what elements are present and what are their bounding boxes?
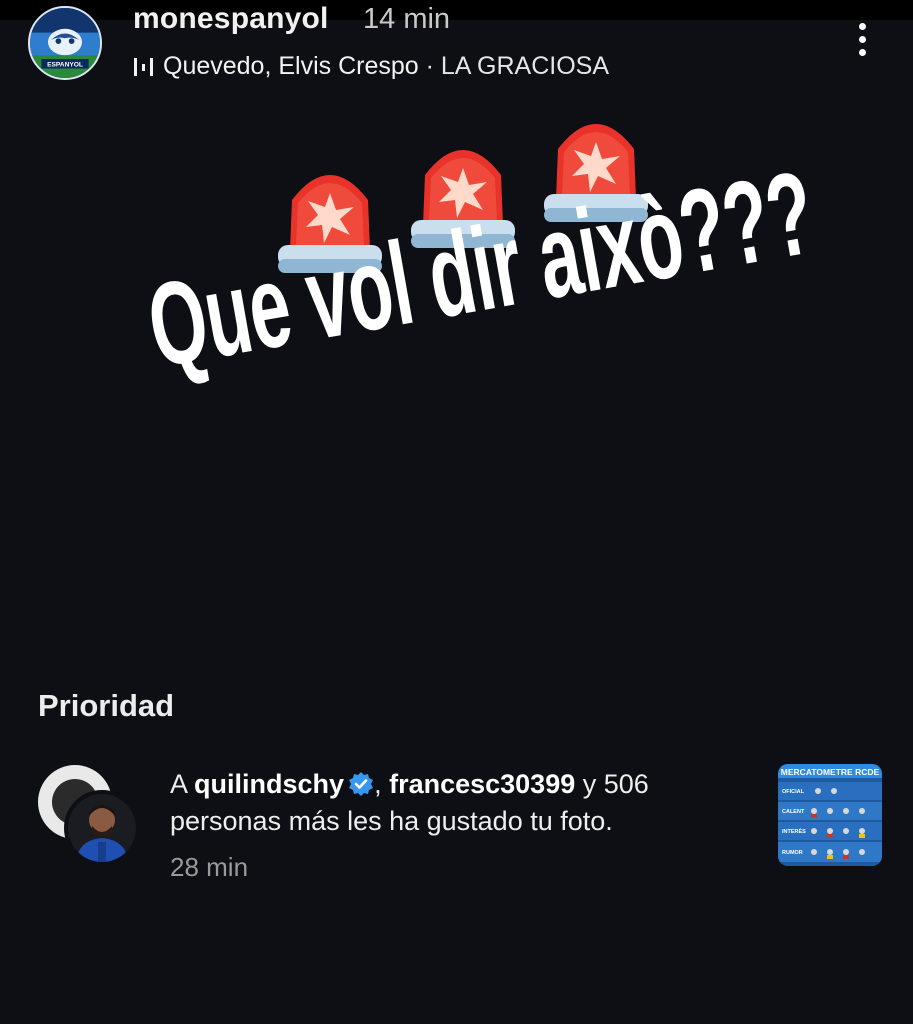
story-time: 14 min xyxy=(363,3,451,35)
music-song: LA GRACIOSA xyxy=(440,51,610,80)
story-header: ESPANYOL monespanyol 14 min Quevedo, Elv… xyxy=(0,0,913,90)
svg-text:ESPANYOL: ESPANYOL xyxy=(47,62,83,69)
username-link[interactable]: quilindschy xyxy=(194,769,344,799)
svg-text:INTERÈS: INTERÈS xyxy=(782,827,806,835)
verified-badge-icon xyxy=(349,772,374,796)
notification-time: 28 min xyxy=(170,852,249,882)
music-separator: · xyxy=(418,51,441,80)
avatar[interactable] xyxy=(64,790,140,866)
username-link[interactable]: francesc30399 xyxy=(389,769,575,799)
notification-prefix: A xyxy=(170,769,195,799)
notification-count: y 506 xyxy=(575,769,649,799)
music-bars-icon xyxy=(134,58,153,76)
section-title-prioridad: Prioridad xyxy=(38,688,175,723)
notification-thumbnail[interactable]: MERCATOMETRE RCDE OFICIAL CALENT INTERÈS… xyxy=(778,764,882,866)
notification-separator: , xyxy=(374,769,390,799)
svg-text:OFICIAL: OFICIAL xyxy=(782,789,805,795)
svg-text:RUMOR: RUMOR xyxy=(782,850,803,856)
svg-text:MERCATOMETRE RCDE: MERCATOMETRE RCDE xyxy=(781,767,880,777)
music-artists: Quevedo, Elvis Crespo xyxy=(163,51,419,80)
notification-message: personas más les ha gustado tu foto. xyxy=(170,806,613,836)
more-options-icon[interactable] xyxy=(848,14,876,64)
espanyol-logo-icon: ESPANYOL xyxy=(30,8,100,78)
notification-text: A quilindschy, francesc30399 y 506 person… xyxy=(170,766,760,840)
story-avatar[interactable]: ESPANYOL xyxy=(28,6,102,80)
story-username[interactable]: monespanyol xyxy=(133,4,329,34)
svg-text:CALENT: CALENT xyxy=(782,809,805,815)
music-attribution[interactable]: Quevedo, Elvis Crespo · LA GRACIOSA xyxy=(133,50,609,82)
